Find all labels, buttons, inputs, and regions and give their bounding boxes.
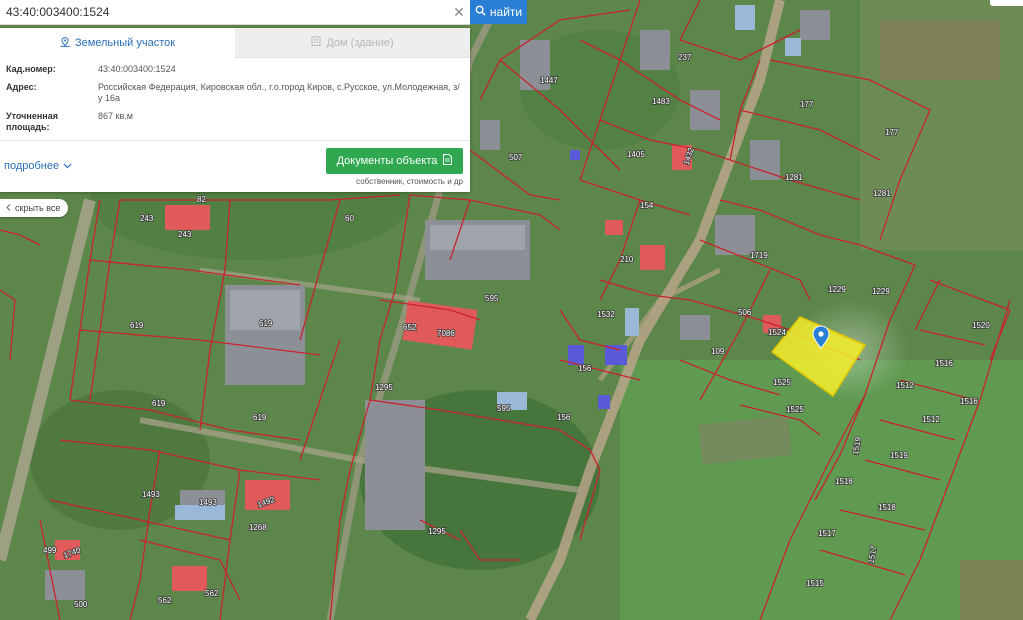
plot-label: 1516 [960, 397, 978, 406]
plot-label: 652 [403, 323, 417, 332]
plot-label: 1518 [878, 503, 896, 512]
hide-all-button[interactable]: скрыть все [0, 199, 69, 217]
plot-label: 1512 [922, 415, 940, 424]
object-documents-button[interactable]: Документы объекта [326, 148, 463, 174]
plot-label: 1229 [828, 285, 846, 294]
field-address: Адрес: Российская Федерация, Кировская о… [6, 82, 464, 104]
plot-label: 506 [738, 308, 752, 317]
chevron-left-icon [6, 203, 11, 213]
plot-label: 1447 [540, 76, 558, 85]
plot-label: 7086 [437, 329, 455, 338]
plot-label: 1517 [818, 529, 836, 538]
clear-search-icon[interactable]: ✕ [448, 1, 470, 23]
field-value: Российская Федерация, Кировская обл., г.… [98, 82, 460, 103]
plot-label: 210 [620, 255, 634, 264]
plot-label: 1525 [786, 405, 804, 414]
plot-label: 177 [885, 128, 899, 137]
plot-label: 243 [178, 230, 192, 239]
map-control-corner [990, 0, 1023, 6]
plot-label: 1532 [597, 310, 615, 319]
panel-tabs: Земельный участок Дом (здание) [0, 28, 470, 58]
plot-label: 1493 [142, 490, 160, 499]
plot-label: 507 [509, 153, 523, 162]
plot-label: 1295 [428, 527, 446, 536]
more-details-link[interactable]: подробнее [4, 160, 72, 172]
document-icon [443, 154, 453, 168]
search-icon [475, 5, 486, 19]
search-button[interactable]: найти [470, 0, 527, 24]
tab-land-plot[interactable]: Земельный участок [0, 28, 235, 58]
plot-label: 619 [259, 319, 273, 328]
field-key: Адрес: [6, 82, 37, 92]
docs-button-label: Документы объекта [336, 155, 438, 167]
plot-label: 1268 [249, 523, 267, 532]
plot-label: 243 [140, 214, 154, 223]
plot-label: 619 [253, 413, 267, 422]
parcel-fields: Кад.номер: 43:40:003400:1524 Адрес: Росс… [0, 58, 470, 133]
plot-label: 154 [640, 201, 654, 210]
plot-label: 1519 [890, 451, 908, 460]
plot-label: 595 [497, 404, 511, 413]
plot-label: 1281 [873, 189, 891, 198]
plot-label: 1516 [935, 359, 953, 368]
plot-label: 500 [74, 600, 88, 609]
field-key: Кад.номер: [6, 64, 56, 74]
field-key: Уточненная площадь: [6, 111, 58, 132]
field-cadastral-number: Кад.номер: 43:40:003400:1524 [6, 64, 464, 75]
field-value: 867 кв.м [98, 111, 133, 121]
plot-label: 1525 [773, 378, 791, 387]
plot-label: 1518 [835, 477, 853, 486]
plot-label: 1520 [972, 321, 990, 330]
more-details-label: подробнее [4, 160, 60, 172]
plot-label: 1281 [785, 173, 803, 182]
plot-label: 109 [711, 347, 725, 356]
plot-label: 595 [485, 294, 499, 303]
plot-label: 562 [158, 596, 172, 605]
plot-label: 1493 [199, 498, 217, 507]
plot-label: 156 [557, 413, 571, 422]
plot-label: 60 [345, 214, 354, 223]
plot-label: 562 [205, 589, 219, 598]
plot-label: 1524 [768, 328, 786, 337]
plot-label: 82 [197, 195, 206, 204]
plot-label: 156 [578, 364, 592, 373]
plot-label: 1295 [375, 383, 393, 392]
field-area: Уточненная площадь: 867 кв.м [6, 111, 464, 133]
plot-label: 1719 [750, 251, 768, 260]
hide-all-label: скрыть все [15, 203, 61, 213]
plot-label: 1512 [896, 381, 914, 390]
plot-label: 1483 [652, 97, 670, 106]
panel-divider [0, 140, 470, 141]
plot-label: 619 [152, 399, 166, 408]
field-value: 43:40:003400:1524 [98, 64, 176, 74]
plot-label: 1515 [806, 579, 824, 588]
plot-label: 1229 [872, 287, 890, 296]
plot-label: 499 [43, 546, 57, 555]
chevron-down-icon [63, 160, 72, 172]
parcel-info-panel: Земельный участок Дом (здание) Кад.номер… [0, 28, 470, 192]
tab-building-label: Дом (здание) [326, 36, 394, 49]
search-bar: ✕ [0, 0, 470, 25]
search-button-label: найти [489, 5, 523, 19]
tab-building[interactable]: Дом (здание) [235, 28, 470, 58]
cadastral-search-input[interactable] [0, 1, 448, 23]
tab-land-plot-label: Земельный участок [74, 37, 176, 49]
building-icon [311, 36, 321, 49]
plot-label: 1405 [627, 150, 645, 159]
land-plot-icon [60, 36, 70, 50]
docs-subtitle: собственник, стоимость и др [356, 177, 463, 186]
plot-label: 177 [800, 100, 814, 109]
plot-label: 619 [130, 321, 144, 330]
plot-label: 237 [678, 53, 692, 62]
